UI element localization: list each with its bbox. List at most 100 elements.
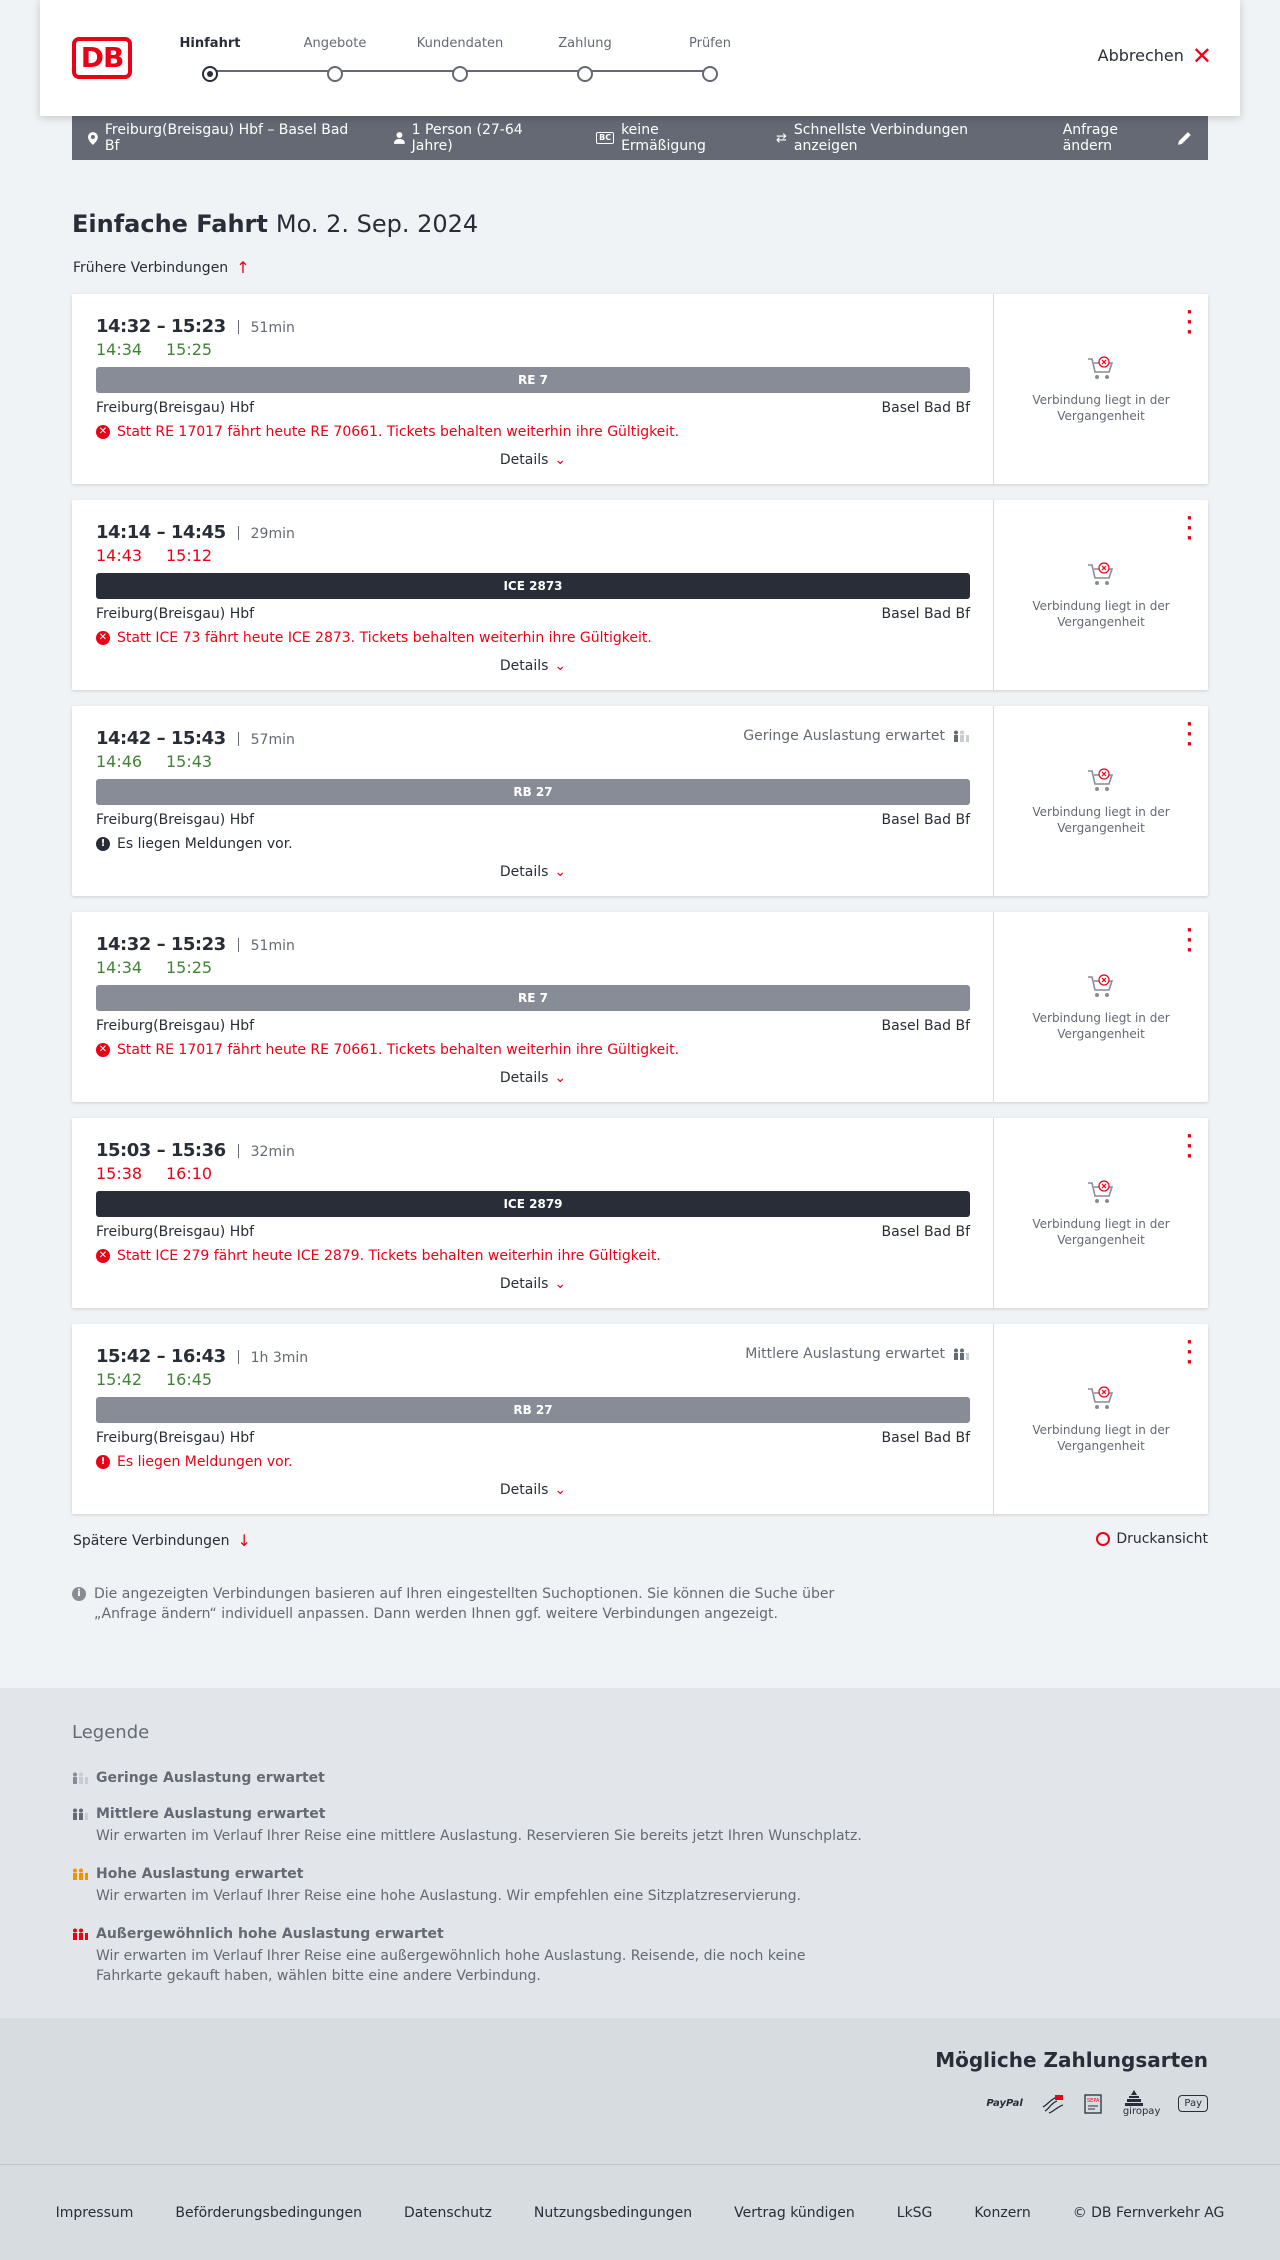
destination-station: Basel Bad Bf (881, 1224, 970, 1240)
more-options-icon[interactable]: · · · (1186, 922, 1193, 960)
legend-item-title: Mittlere Auslastung erwartet (96, 1806, 326, 1822)
message-text: Statt RE 17017 fährt heute RE 70661. Tic… (117, 424, 680, 440)
realtime-arrival: 15:25 (166, 340, 213, 359)
print-icon (1096, 1532, 1111, 1546)
connection-main: 14:32 – 15:23 51min 14:34 15:25 RE 7 Freib… (72, 294, 994, 484)
connection-card[interactable]: 14:42 – 15:43 57min 14:46 15:43 Geringe Au… (72, 706, 1208, 896)
cart-unavailable-icon (1088, 356, 1114, 379)
time-range: 14:32 – 15:23 (96, 934, 226, 955)
origin-station: Freiburg(Breisgau) Hbf (96, 1018, 255, 1034)
train-segment[interactable]: RE 7 (96, 367, 970, 393)
info-note: i Die angezeigten Verbindungen basieren a… (72, 1584, 852, 1624)
error-icon: ✕ (96, 425, 110, 439)
connection-card[interactable]: 14:32 – 15:23 51min 14:34 15:25 RE 7 Freib… (72, 912, 1208, 1102)
footer-link[interactable]: Datenschutz (404, 2205, 492, 2221)
scheduled-times: 14:42 – 15:43 57min (96, 728, 295, 749)
connection-card[interactable]: 14:14 – 14:45 29min 14:43 15:12 ICE 2873 F… (72, 500, 1208, 690)
connection-side-panel: · · · Verbindung liegt in der Vergangenhei… (994, 1118, 1208, 1308)
connection-card[interactable]: 15:03 – 15:36 32min 15:38 16:10 ICE 2879 F… (72, 1118, 1208, 1308)
connection-main: 14:14 – 14:45 29min 14:43 15:12 ICE 2873 F… (72, 500, 994, 690)
cart-unavailable-icon (1088, 974, 1114, 997)
more-options-icon[interactable]: · · · (1186, 1128, 1193, 1166)
step-kundendaten[interactable]: Kundendaten (405, 36, 515, 82)
connection-message: ✕ Statt ICE 279 fährt heute ICE 2879. Tic… (96, 1248, 661, 1264)
details-toggle[interactable]: Details ⌄ (72, 658, 994, 674)
connection-main: 15:03 – 15:36 32min 15:38 16:10 ICE 2879 F… (72, 1118, 994, 1308)
footer-link[interactable]: Beförderungsbedingungen (175, 2205, 362, 2221)
discount-text: keine Ermäßigung (621, 122, 706, 154)
legend-section: Legende Geringe Auslastung erwartet Mittl… (0, 1688, 1280, 2018)
connection-main: 15:42 – 16:43 1h 3min 15:42 16:45 Mittlere… (72, 1324, 994, 1514)
cancel-button[interactable]: Abbrechen ✕ (1098, 41, 1240, 70)
divider (237, 526, 239, 540)
time-range: 15:03 – 15:36 (96, 1140, 226, 1161)
connection-card[interactable]: 14:32 – 15:23 51min 14:34 15:25 RE 7 Freib… (72, 294, 1208, 484)
footer-link[interactable]: Nutzungsbedingungen (534, 2205, 692, 2221)
details-label: Details (499, 864, 549, 880)
footer-link[interactable]: Konzern (974, 2205, 1030, 2221)
legend-item-title: Hohe Auslastung erwartet (96, 1866, 304, 1882)
past-connection-note: Verbindung liegt in der Vergangenheit (1032, 599, 1170, 629)
close-icon: ✕ (1191, 41, 1212, 70)
step-label: Kundendaten (416, 36, 504, 51)
print-view-link[interactable]: Druckansicht (1096, 1531, 1208, 1547)
location-pin-icon (88, 131, 98, 145)
details-toggle[interactable]: Details ⌄ (72, 452, 994, 468)
scheduled-times: 14:32 – 15:23 51min (96, 316, 295, 337)
info-text: Die angezeigten Verbindungen basieren au… (94, 1586, 835, 1622)
more-options-icon[interactable]: · · · (1186, 510, 1193, 548)
earlier-connections-link[interactable]: Frühere Verbindungen ↑ (73, 258, 250, 277)
legend-item-header: Geringe Auslastung erwartet (72, 1768, 872, 1788)
details-toggle[interactable]: Details ⌄ (72, 1070, 994, 1086)
step-zahlung[interactable]: Zahlung (530, 36, 640, 82)
realtime-arrival: 15:12 (166, 546, 213, 565)
footer-link[interactable]: Vertrag kündigen (734, 2205, 855, 2221)
fastest-option: ⇄ Schnellste Verbindungen anzeigen (776, 122, 1033, 154)
later-connections-link[interactable]: Spätere Verbindungen ↓ (73, 1531, 251, 1550)
train-segment[interactable]: RE 7 (96, 985, 970, 1011)
past-connection-note: Verbindung liegt in der Vergangenheit (1032, 805, 1170, 835)
destination-station: Basel Bad Bf (881, 1430, 970, 1446)
occupancy-text: Mittlere Auslastung erwartet (745, 1346, 945, 1362)
details-label: Details (499, 658, 549, 674)
step-pruefen[interactable]: Prüfen (655, 36, 765, 82)
train-segment[interactable]: RB 27 (96, 1397, 970, 1423)
duration: 51min (250, 938, 295, 954)
sepa-icon: SEPA (1083, 2093, 1105, 2115)
more-options-icon[interactable]: · · · (1186, 716, 1193, 754)
step-label: Angebote (303, 36, 367, 51)
divider (237, 732, 239, 746)
connection-card[interactable]: 15:42 – 16:43 1h 3min 15:42 16:45 Mittlere… (72, 1324, 1208, 1514)
cart-unavailable-icon (1088, 768, 1114, 791)
details-toggle[interactable]: Details ⌄ (72, 864, 994, 880)
legend-item: Hohe Auslastung erwartet Wir erwarten im … (72, 1864, 872, 1906)
origin-station: Freiburg(Breisgau) Hbf (96, 400, 255, 416)
train-segment[interactable]: ICE 2873 (96, 573, 970, 599)
legend-title: Legende (72, 1722, 150, 1743)
alert-icon: ! (96, 1455, 110, 1469)
connection-message: ! Es liegen Meldungen vor. (96, 836, 293, 852)
realtime-departure: 15:38 (96, 1164, 143, 1183)
legend-item-header: Mittlere Auslastung erwartet (72, 1804, 872, 1824)
footer-link[interactable]: LkSG (897, 2205, 933, 2221)
occupancy-icon (954, 730, 969, 742)
scheduled-times: 14:14 – 14:45 29min (96, 522, 295, 543)
chevron-down-icon: ⌄ (554, 658, 567, 674)
realtime-times: 15:42 16:45 (96, 1370, 236, 1389)
more-options-icon[interactable]: · · · (1186, 304, 1193, 342)
more-options-icon[interactable]: · · · (1186, 1334, 1193, 1372)
details-label: Details (499, 1276, 549, 1292)
later-label: Spätere Verbindungen (73, 1532, 230, 1549)
details-toggle[interactable]: Details ⌄ (72, 1482, 994, 1498)
details-toggle[interactable]: Details ⌄ (72, 1276, 994, 1292)
edit-request-button[interactable]: Anfrage ändern (1063, 122, 1192, 154)
footer-links: Impressum Beförderungsbedingungen Datensch… (0, 2164, 1280, 2260)
train-segment[interactable]: RB 27 (96, 779, 970, 805)
train-segment[interactable]: ICE 2879 (96, 1191, 970, 1217)
message-text: Statt RE 17017 fährt heute RE 70661. Tic… (117, 1042, 680, 1058)
connection-side-panel: · · · Verbindung liegt in der Vergangenhei… (994, 1324, 1208, 1514)
db-logo[interactable]: DB (72, 37, 132, 79)
step-angebote[interactable]: Angebote (280, 36, 390, 82)
footer-link[interactable]: Impressum (56, 2205, 134, 2221)
step-dot (577, 66, 593, 82)
